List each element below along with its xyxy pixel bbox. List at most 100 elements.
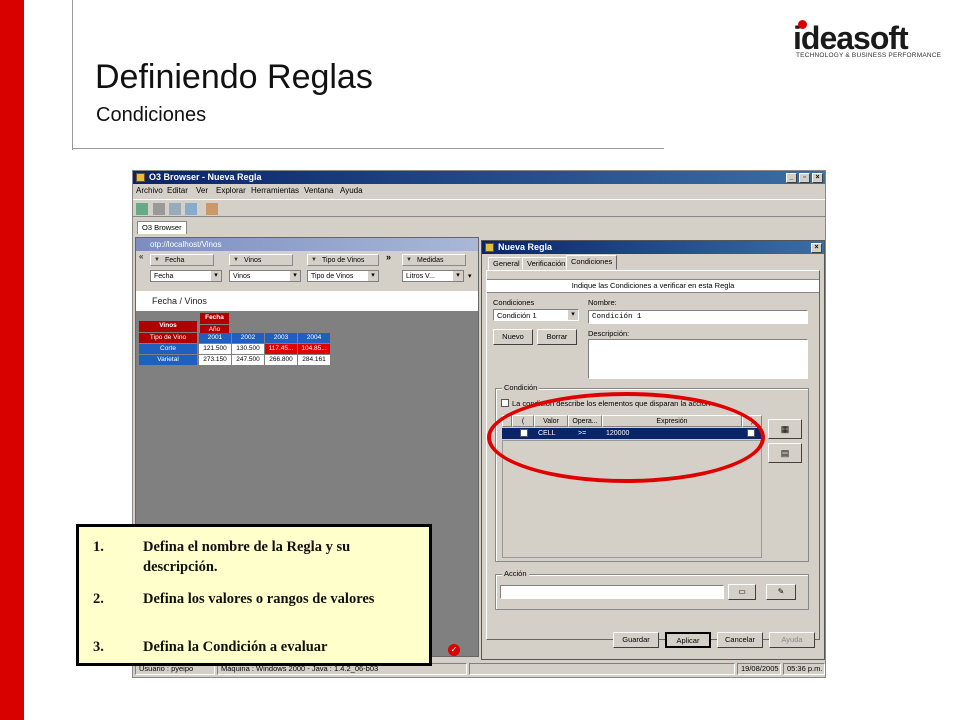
pivot-year-header[interactable]: 2004 — [298, 333, 330, 343]
minimize-icon[interactable]: _ — [786, 173, 797, 183]
open-icon[interactable] — [169, 203, 181, 215]
dimension-fecha-select[interactable]: Fecha — [150, 270, 222, 282]
name-input[interactable]: Condición 1 — [588, 310, 808, 324]
browser-tabstrip: O3 Browser — [133, 219, 825, 235]
slide-subtitle: Condiciones — [96, 104, 207, 126]
delete-condition-button[interactable]: Borrar — [537, 329, 577, 345]
menu-herramientas[interactable]: Herramientas — [251, 186, 299, 195]
pivot-row-label[interactable]: Varietal — [139, 355, 197, 365]
instructions-box: 1. Defina el nombre de la Regla y su des… — [76, 524, 432, 666]
connect-icon[interactable] — [136, 203, 148, 215]
pivot-row-label[interactable]: Corte — [139, 344, 197, 354]
description-label: Descripción: — [588, 329, 630, 338]
action-group: Acción ▭ ✎ — [495, 569, 809, 610]
ideasoft-logo: ideasoft TECHNOLOGY & BUSINESS PERFORMAN… — [793, 20, 941, 66]
conditions-select-value: Condición 1 — [497, 311, 537, 320]
description-textarea[interactable] — [588, 339, 808, 379]
conditions-header: Indique las Condiciones a verificar en e… — [487, 279, 819, 293]
dimension-tipo-vinos-select[interactable]: Tipo de Vinos — [307, 270, 379, 282]
dimension-vinos[interactable]: Vinos — [229, 254, 293, 266]
menubar: Archivo Editar Ver Explorar Herramientas… — [133, 184, 825, 198]
menu-editar[interactable]: Editar — [167, 186, 188, 195]
pivot-column-dimension[interactable]: Fecha — [200, 313, 229, 324]
new-condition-button[interactable]: Nuevo — [493, 329, 533, 345]
chevron-down-icon[interactable]: ▾ — [568, 310, 578, 320]
logo-tagline: TECHNOLOGY & BUSINESS PERFORMANCE — [796, 52, 942, 59]
slide-vertical-rule — [72, 0, 73, 150]
close-icon[interactable]: × — [812, 173, 823, 183]
tab-verificacion[interactable]: Verificación — [522, 257, 571, 270]
pivot-cell[interactable]: 284.161 — [298, 355, 330, 365]
more-dimensions-icon[interactable]: » — [386, 252, 391, 262]
pivot-year-header[interactable]: 2002 — [232, 333, 264, 343]
close-icon[interactable]: × — [811, 243, 822, 253]
open-folder-icon[interactable]: ▭ — [728, 584, 756, 600]
app-icon — [136, 173, 145, 182]
trigger-checkbox[interactable] — [501, 399, 509, 407]
dimension-medidas-select[interactable]: Litros V... — [402, 270, 464, 282]
pivot-cell[interactable]: 121.500 — [199, 344, 231, 354]
menu-arrow-icon[interactable]: ▾ — [468, 272, 472, 280]
menu-ventana[interactable]: Ventana — [304, 186, 333, 195]
pivot-cell[interactable]: 273.150 — [199, 355, 231, 365]
logo-dot-icon — [798, 20, 807, 29]
status-spacer — [469, 663, 735, 675]
restore-icon[interactable]: ▫ — [799, 173, 810, 183]
rule-dialog-icon — [485, 243, 494, 252]
dimension-fecha[interactable]: Fecha — [150, 254, 214, 266]
step-text: Defina los valores o rangos de valores — [143, 591, 375, 607]
pivot-header-area: Fecha / Vinos — [136, 291, 478, 311]
rule-dialog-titlebar: Nueva Regla × — [482, 241, 824, 254]
pivot-row-dimension[interactable]: Vinos — [139, 321, 197, 332]
dimension-bar: « Fecha Fecha Vinos Vinos Tipo de Vinos … — [136, 251, 478, 291]
pivot-row-level[interactable]: Tipo de Vino — [139, 333, 197, 343]
pivot-axis-label: Fecha / Vinos — [152, 296, 207, 306]
pivot-cell[interactable]: 130.500 — [232, 344, 264, 354]
save-button[interactable]: Guardar — [613, 632, 659, 648]
pivot-cell-alert[interactable]: 104.85... — [298, 344, 330, 354]
grid-delete-icon[interactable]: ▤ — [768, 443, 802, 463]
help-button: Ayuda — [769, 632, 815, 648]
step-text: Defina el nombre de la Regla y su descri… — [143, 539, 351, 575]
dimension-tipo-vinos[interactable]: Tipo de Vinos — [307, 254, 379, 266]
alert-icon[interactable]: ✓ — [448, 644, 460, 656]
step-number: 3. — [93, 639, 104, 655]
menu-explorar[interactable]: Explorar — [216, 186, 246, 195]
name-label: Nombre: — [588, 298, 617, 307]
condition-group-title: Condición — [502, 383, 540, 392]
dimension-vinos-select[interactable]: Vinos — [229, 270, 301, 282]
status-date: 19/08/2005 — [737, 663, 781, 675]
pivot-cell[interactable]: 247.500 — [232, 355, 264, 365]
save-icon[interactable] — [185, 203, 197, 215]
menu-ver[interactable]: Ver — [196, 186, 208, 195]
toolbar — [133, 199, 825, 217]
menu-ayuda[interactable]: Ayuda — [340, 186, 363, 195]
pivot-cell[interactable]: 266.800 — [265, 355, 297, 365]
apply-button[interactable]: Aplicar — [665, 632, 711, 648]
pivot-year-header[interactable]: 2003 — [265, 333, 297, 343]
action-input[interactable] — [500, 585, 724, 599]
step-number: 2. — [93, 591, 104, 607]
action-group-title: Acción — [502, 569, 529, 578]
slide-title: Definiendo Reglas — [95, 58, 373, 96]
slide-accent-bar — [0, 0, 24, 720]
menu-archivo[interactable]: Archivo — [136, 186, 163, 195]
dimension-medidas[interactable]: Medidas — [402, 254, 466, 266]
step-number: 1. — [93, 539, 104, 555]
step-text: Defina la Condición a evaluar — [143, 639, 328, 655]
tab-condiciones[interactable]: Condiciones — [566, 255, 618, 270]
pivot-year-header[interactable]: 2001 — [199, 333, 231, 343]
pivot-cell-alert[interactable]: 117.45... — [265, 344, 297, 354]
cube-panel-title: otp://localhost/Vinos — [136, 238, 478, 251]
user-icon[interactable] — [206, 203, 218, 215]
grid-editor-icon[interactable]: ▦ — [768, 419, 802, 439]
edit-action-icon[interactable]: ✎ — [766, 584, 796, 600]
tab-general[interactable]: General — [488, 257, 525, 270]
rule-dialog-title: Nueva Regla — [498, 242, 553, 252]
collapse-icon[interactable]: « — [139, 252, 143, 261]
conditions-select[interactable]: Condición 1 ▾ — [493, 309, 579, 321]
tab-o3-browser[interactable]: O3 Browser — [137, 221, 187, 234]
document-icon[interactable] — [153, 203, 165, 215]
cancel-button[interactable]: Cancelar — [717, 632, 763, 648]
highlight-ellipse — [487, 392, 765, 483]
